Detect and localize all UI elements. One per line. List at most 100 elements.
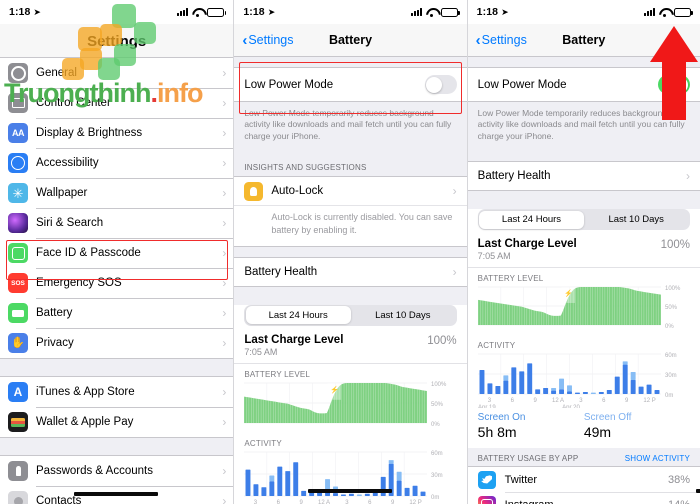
back-button[interactable]: ‹ Settings [476, 33, 527, 48]
svg-text:12 P: 12 P [410, 500, 422, 504]
chevron-left-icon: ‹ [242, 31, 248, 49]
status-bar-right: 1:18 ➤ [467, 0, 700, 24]
svg-text:⚡: ⚡ [564, 289, 573, 298]
back-button[interactable]: ‹ Settings [242, 33, 293, 48]
chevron-right-icon: › [222, 246, 227, 260]
sidebar-item-label: iTunes & App Store [36, 386, 135, 398]
svg-text:0m: 0m [431, 495, 439, 501]
redaction-bar [695, 489, 700, 493]
wallpaper-icon [8, 183, 28, 203]
low-power-mode-row[interactable]: Low Power Mode [467, 68, 700, 101]
segment-last-24-hours[interactable]: Last 24 Hours [245, 306, 351, 325]
screen-off-label: Screen Off [583, 412, 632, 424]
sidebar-item-wallpaper[interactable]: Wallpaper › [0, 178, 234, 208]
segment-last-10-days[interactable]: Last 10 Days [584, 211, 689, 229]
svg-text:0%: 0% [665, 324, 674, 330]
svg-text:12 A: 12 A [318, 500, 330, 504]
battery-health-card: Battery Health › [234, 256, 467, 287]
svg-text:9: 9 [391, 500, 395, 504]
panel-settings-list: 1:18 ➤ Settings General › Control Center ›… [0, 0, 234, 504]
chevron-right-icon: › [222, 276, 227, 290]
sidebar-item-label: Accessibility [36, 157, 99, 169]
low-power-mode-toggle[interactable] [657, 75, 690, 94]
back-button-label: Settings [248, 33, 294, 47]
low-power-mode-toggle[interactable] [424, 75, 457, 94]
sidebar-item-itunes-app-store[interactable]: iTunes & App Store › [0, 377, 234, 407]
app-percent: 38% [667, 473, 690, 486]
sidebar-item-wallet-apple-pay[interactable]: Wallet & Apple Pay › [0, 407, 234, 437]
low-power-mode-row[interactable]: Low Power Mode [234, 68, 467, 101]
time-range-segmented-control[interactable]: Last 24 Hours Last 10 Days [477, 209, 690, 231]
battery-level-chart: 0% 50% 100% ⚡ [234, 380, 467, 433]
cellular-signal-icon [643, 8, 655, 16]
sidebar-item-label: Passwords & Accounts [36, 465, 153, 477]
sidebar-item-label: Contacts [36, 495, 82, 504]
battery-usage-title: BATTERY USAGE BY APP [477, 454, 579, 464]
svg-text:60m: 60m [431, 451, 443, 457]
screen-on-label: Screen On [477, 412, 526, 424]
sidebar-item-siri-search[interactable]: Siri & Search › [0, 208, 234, 238]
list-item[interactable]: Instagram 14% [467, 492, 700, 504]
sidebar-item-passwords-accounts[interactable]: Passwords & Accounts › [0, 456, 234, 486]
show-activity-button[interactable]: SHOW ACTIVITY [625, 454, 690, 463]
battery-health-label: Battery Health [477, 170, 551, 183]
last-charge-time: 7:05 AM [244, 346, 278, 357]
sidebar-item-label: Control Center [36, 97, 111, 109]
list-item[interactable]: Twitter 38% [467, 467, 700, 493]
battery-health-row[interactable]: Battery Health › [467, 162, 700, 191]
panel-battery-lpm-on: 1:18 ➤ ‹ Settings Battery Low Power Mode … [466, 0, 700, 504]
svg-text:6: 6 [602, 398, 606, 404]
sidebar-item-battery[interactable]: Battery › [0, 298, 234, 328]
nav-bar-middle: ‹ Settings Battery [234, 24, 467, 57]
sidebar-item-label: Battery [36, 307, 73, 319]
svg-text:3: 3 [487, 398, 491, 404]
auto-lock-row[interactable]: Auto-Lock › [234, 177, 467, 206]
sidebar-item-display-brightness[interactable]: AA Display & Brightness › [0, 118, 234, 148]
status-time: 1:18 [476, 6, 499, 18]
segment-last-24-hours[interactable]: Last 24 Hours [479, 210, 584, 229]
sidebar-item-control-center[interactable]: Control Center › [0, 88, 234, 118]
sidebar-item-face-id[interactable]: Face ID & Passcode › [0, 238, 234, 268]
battery-health-card: Battery Health › [467, 161, 700, 192]
svg-text:⚡: ⚡ [330, 384, 339, 393]
svg-text:Apr 19: Apr 19 [478, 405, 496, 408]
chevron-right-icon: › [222, 494, 227, 504]
svg-text:50%: 50% [431, 402, 444, 408]
chevron-left-icon: ‹ [475, 31, 481, 49]
time-range-segmented-control[interactable]: Last 24 Hours Last 10 Days [244, 304, 457, 326]
spacer [234, 286, 467, 297]
segment-last-10-days[interactable]: Last 10 Days [351, 306, 456, 324]
battery-health-row[interactable]: Battery Health › [234, 257, 467, 286]
settings-group-1: General › Control Center › AA Display & Bri… [0, 57, 234, 359]
sidebar-item-privacy[interactable]: Privacy › [0, 328, 234, 358]
app-name: Twitter [504, 473, 538, 486]
status-time: 1:18 [9, 6, 31, 18]
svg-text:0%: 0% [431, 422, 440, 428]
battery-settings-icon [8, 303, 28, 323]
battery-icon [207, 7, 227, 17]
sidebar-item-emergency-sos[interactable]: SOS Emergency SOS › [0, 268, 234, 298]
last-charge-value: 100% [427, 334, 457, 347]
svg-text:3: 3 [346, 500, 350, 504]
low-power-mode-card: Low Power Mode [234, 67, 467, 102]
sidebar-item-general[interactable]: General › [0, 58, 234, 88]
battery-level-chart-header: BATTERY LEVEL [234, 362, 467, 381]
accessibility-icon [8, 153, 28, 173]
last-charge-value: 100% [660, 239, 690, 252]
screen-on-stat: Screen On 5h 8m [478, 412, 584, 440]
twitter-icon [477, 470, 496, 489]
chevron-right-icon: › [222, 306, 227, 320]
screen-off-stat: Screen Off 49m [584, 412, 690, 440]
gear-icon [8, 63, 28, 83]
sidebar-item-label: Face ID & Passcode [36, 247, 141, 259]
sidebar-item-accessibility[interactable]: Accessibility › [0, 148, 234, 178]
redaction-bar [308, 489, 393, 493]
activity-chart: 0m 30m 60m 3 6 9 12 A 3 6 9 12 P Apr 19 Apr 20 [467, 352, 700, 409]
battery-icon [440, 7, 460, 17]
settings-group-2: iTunes & App Store › Wallet & Apple Pay › [0, 376, 234, 438]
three-phone-screenshots: 1:18 ➤ Settings General › Control Center ›… [0, 0, 700, 504]
control-center-icon [8, 93, 28, 113]
svg-text:6: 6 [510, 398, 514, 404]
svg-text:9: 9 [625, 398, 629, 404]
battery-usage-header: BATTERY USAGE BY APP SHOW ACTIVITY [467, 448, 700, 467]
